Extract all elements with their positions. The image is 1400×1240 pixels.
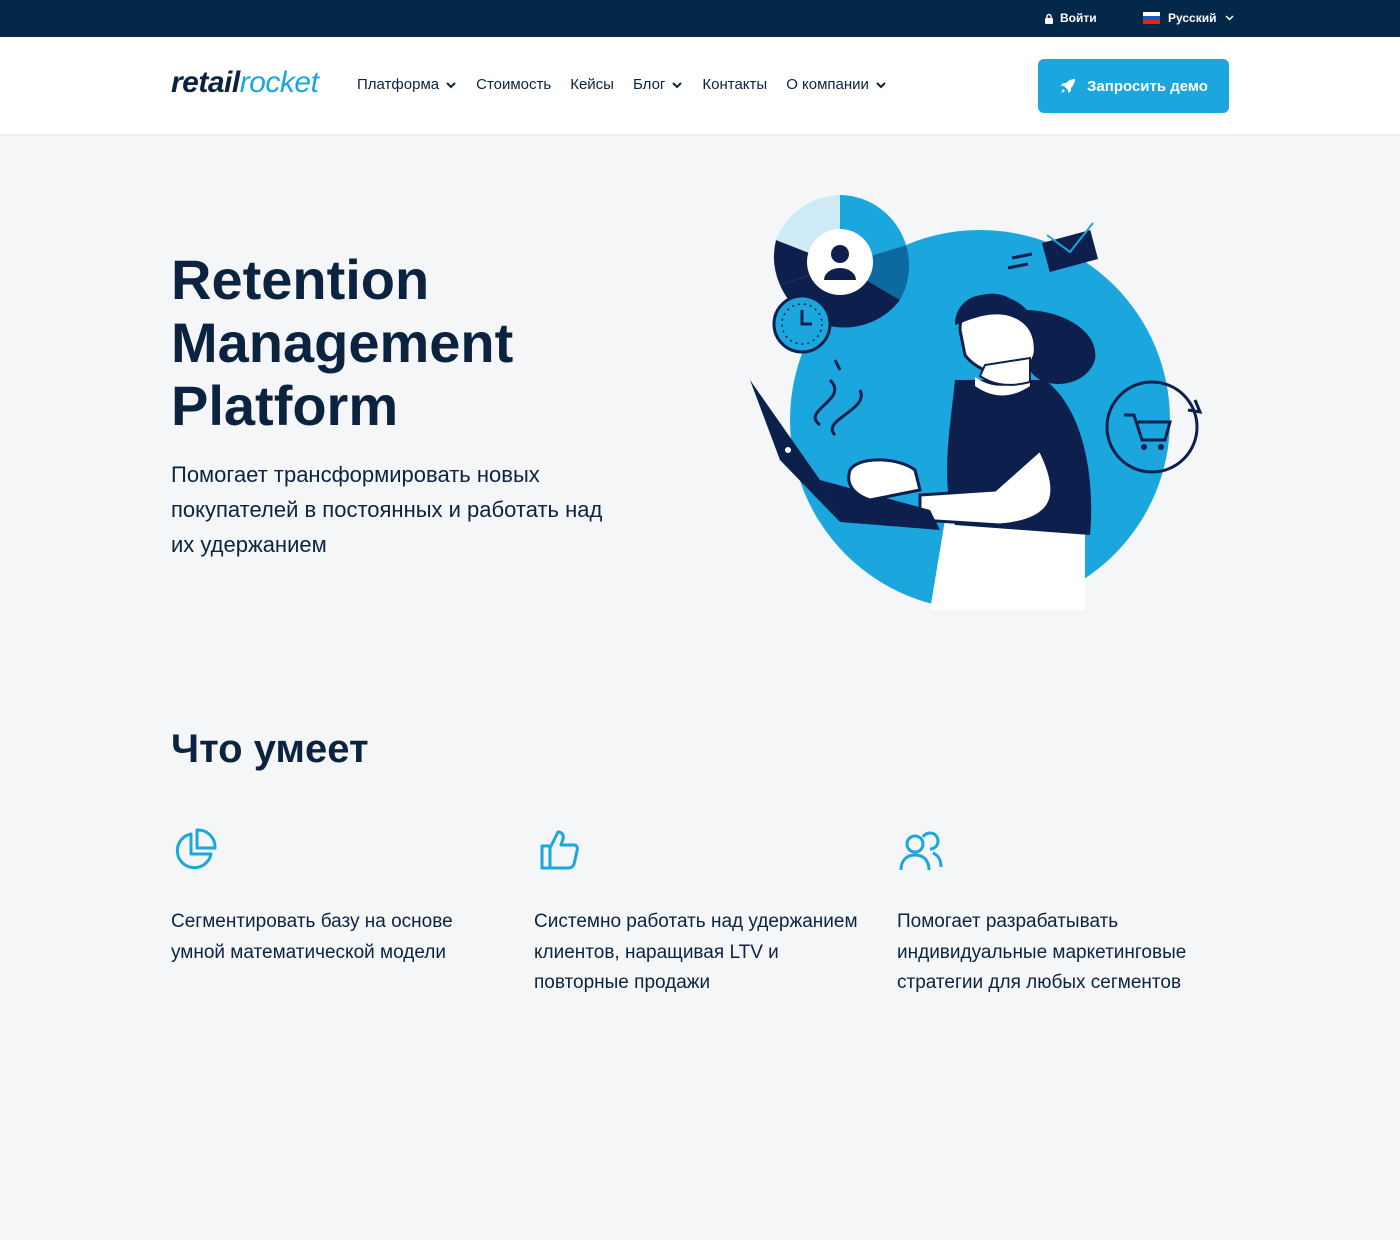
nav-label: Стоимость bbox=[476, 76, 552, 93]
logo-part-retail: retail bbox=[171, 66, 240, 99]
hero-title: Retention Management Platform bbox=[171, 248, 514, 437]
thumbs-up-icon bbox=[540, 830, 579, 870]
russia-flag-icon bbox=[1143, 12, 1160, 24]
features-section-title: Что умеет bbox=[171, 727, 369, 771]
retailrocket-logo[interactable]: retailrocket bbox=[171, 66, 319, 100]
chevron-down-icon bbox=[672, 81, 683, 88]
feature-item-segmentation: Сегментировать базу на основе умной мате… bbox=[171, 826, 501, 968]
feature-text: Помогает разрабатывать индивидуальные ма… bbox=[897, 911, 1187, 993]
hero-illustration bbox=[750, 195, 1203, 610]
main-header: retailrocket Платформа Стоимость Кейсы Б… bbox=[0, 37, 1400, 134]
nav-label: Контакты bbox=[702, 76, 768, 93]
nav-item-cases[interactable]: Кейсы bbox=[570, 76, 614, 93]
clock-illustration bbox=[772, 294, 832, 354]
nav-label: Кейсы bbox=[570, 76, 614, 93]
nav-item-platform[interactable]: Платформа bbox=[357, 76, 457, 93]
chevron-down-icon bbox=[446, 81, 456, 88]
nav-label: О компании bbox=[786, 76, 869, 93]
nav-label: Блог bbox=[632, 76, 666, 93]
nav-item-about[interactable]: О компании bbox=[786, 76, 887, 93]
nav-label: Платформа bbox=[357, 76, 440, 93]
chevron-down-icon bbox=[876, 81, 886, 88]
language-selector[interactable]: Русский bbox=[1143, 11, 1234, 25]
feature-text: Системно работать над удержанием клиенто… bbox=[534, 911, 858, 993]
logo-part-rocket: rocket bbox=[239, 66, 319, 99]
users-icon bbox=[899, 831, 943, 871]
request-demo-button[interactable]: Запросить демо bbox=[1038, 59, 1229, 113]
chevron-down-icon bbox=[1224, 15, 1234, 21]
login-label: Войти bbox=[1060, 11, 1097, 25]
rocket-icon bbox=[1061, 79, 1076, 93]
lock-icon bbox=[1045, 13, 1053, 24]
nav-item-blog[interactable]: Блог bbox=[633, 76, 683, 93]
hero-subtitle: Помогает трансформировать новых покупате… bbox=[171, 462, 603, 557]
feature-text: Сегментировать базу на основе умной мате… bbox=[171, 911, 453, 963]
pie-chart-icon bbox=[175, 828, 217, 870]
feature-item-strategies: Помогает разрабатывать индивидуальные ма… bbox=[897, 826, 1227, 999]
main-nav: Платформа Стоимость Кейсы Блог Контакты … bbox=[357, 76, 906, 93]
nav-item-pricing[interactable]: Стоимость bbox=[476, 76, 551, 93]
language-label: Русский bbox=[1168, 11, 1217, 25]
demo-button-label: Запросить демо bbox=[1087, 77, 1208, 95]
login-link[interactable]: Войти bbox=[1044, 11, 1097, 25]
nav-item-contacts[interactable]: Контакты bbox=[702, 76, 767, 93]
top-bar: Войти Русский bbox=[0, 0, 1400, 37]
feature-item-retention: Системно работать над удержанием клиенто… bbox=[534, 826, 864, 999]
